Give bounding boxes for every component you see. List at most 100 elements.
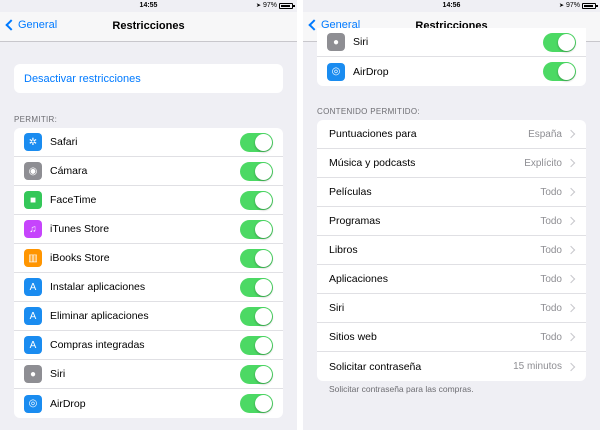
video-camera-icon: ■ bbox=[24, 191, 42, 209]
content-row-label: Siri bbox=[329, 302, 345, 314]
book-icon: ▥ bbox=[24, 249, 42, 267]
allowed-content-list: Puntuaciones para España Música y podcasts… bbox=[317, 120, 586, 381]
content-row-value: Todo bbox=[540, 186, 562, 198]
airdrop-icon: ◎ bbox=[24, 394, 42, 413]
toggle-row: ● Siri bbox=[317, 28, 586, 57]
toggle-row-label: iTunes Store bbox=[50, 223, 110, 235]
content-row-value: Explícito bbox=[524, 157, 562, 169]
chevron-right-icon bbox=[566, 158, 576, 168]
content-row-label: Programas bbox=[329, 215, 381, 227]
airdrop-icon: ◎ bbox=[327, 62, 345, 81]
content-row[interactable]: Siri Todo bbox=[317, 294, 586, 323]
content-row-value: Todo bbox=[540, 331, 562, 343]
chevron-right-icon bbox=[566, 187, 576, 197]
camera-icon: ◉ bbox=[24, 162, 42, 180]
toggle-switch[interactable] bbox=[240, 219, 273, 239]
footer-note: Solicitar contraseña para las compras. bbox=[329, 384, 474, 394]
battery-indicator: ➤ 97% bbox=[558, 2, 598, 9]
content-row[interactable]: Sitios web Todo bbox=[317, 323, 586, 352]
toggle-switch[interactable] bbox=[240, 364, 273, 384]
location-arrow-icon: ➤ bbox=[558, 3, 564, 9]
toggle-switch[interactable] bbox=[240, 335, 273, 355]
toggle-row-label: iBooks Store bbox=[50, 252, 110, 264]
battery-percent: 97% bbox=[262, 2, 277, 9]
toggle-row-label: AirDrop bbox=[50, 397, 86, 410]
content-row-value: España bbox=[528, 128, 562, 140]
toggle-row: ✲ Safari bbox=[14, 128, 283, 157]
toggle-switch[interactable] bbox=[240, 190, 273, 210]
toggle-row-label: Instalar aplicaciones bbox=[50, 281, 146, 293]
content-row-label: Aplicaciones bbox=[329, 273, 388, 285]
toggle-switch[interactable] bbox=[240, 394, 273, 413]
status-time: 14:56 bbox=[442, 2, 461, 9]
toggle-switch[interactable] bbox=[543, 32, 576, 52]
toggle-switch[interactable] bbox=[240, 306, 273, 326]
toggle-row-label: Compras integradas bbox=[50, 339, 145, 351]
toggle-switch[interactable] bbox=[240, 277, 273, 297]
toggle-row-label: AirDrop bbox=[353, 65, 389, 78]
toggle-row: ▥ iBooks Store bbox=[14, 244, 283, 273]
content-row[interactable]: Aplicaciones Todo bbox=[317, 265, 586, 294]
page-title: Restricciones bbox=[112, 20, 185, 32]
content-row[interactable]: Libros Todo bbox=[317, 236, 586, 265]
toggle-switch[interactable] bbox=[240, 161, 273, 181]
chevron-right-icon bbox=[566, 245, 576, 255]
toggle-switch[interactable] bbox=[543, 62, 576, 81]
content-row-label: Sitios web bbox=[329, 331, 377, 343]
content-row-label: Películas bbox=[329, 186, 372, 198]
microphone-icon: ● bbox=[24, 365, 42, 383]
toggle-row: ◎ AirDrop bbox=[14, 389, 283, 418]
toggle-row: ♫ iTunes Store bbox=[14, 215, 283, 244]
status-bar: 14:55 ➤ 97% bbox=[0, 0, 297, 12]
disable-restrictions-label: Desactivar restricciones bbox=[24, 72, 141, 85]
chevron-right-icon bbox=[566, 303, 576, 313]
content-row[interactable]: Puntuaciones para España bbox=[317, 120, 586, 149]
content-row-label: Puntuaciones para bbox=[329, 128, 417, 140]
content-row-label: Libros bbox=[329, 244, 358, 256]
chevron-right-icon bbox=[566, 362, 576, 371]
allow-list: ✲ Safari ◉ Cámara ■ FaceTime ♫ iTunes Store ▥ iBo… bbox=[14, 128, 283, 418]
chevron-right-icon bbox=[566, 129, 576, 139]
content-row-value: Todo bbox=[540, 302, 562, 314]
disable-restrictions-group: Desactivar restricciones bbox=[14, 64, 283, 93]
music-note-icon: ♫ bbox=[24, 220, 42, 238]
toggle-row-label: FaceTime bbox=[50, 194, 97, 206]
toggle-row: ◎ AirDrop bbox=[317, 57, 586, 86]
toggle-row: A Instalar aplicaciones bbox=[14, 273, 283, 302]
allow-list-continued: ● Siri ◎ AirDrop bbox=[317, 28, 586, 86]
content-row-label: Música y podcasts bbox=[329, 157, 416, 169]
content-row[interactable]: Música y podcasts Explícito bbox=[317, 149, 586, 178]
toggle-row-label: Siri bbox=[50, 368, 66, 380]
content-section-header: CONTENIDO PERMITIDO: bbox=[317, 107, 420, 116]
microphone-icon: ● bbox=[327, 33, 345, 51]
toggle-row: A Eliminar aplicaciones bbox=[14, 302, 283, 331]
left-settings-panel: 14:55 ➤ 97% General Restricciones Desact… bbox=[0, 0, 297, 430]
battery-indicator: ➤ 97% bbox=[255, 2, 295, 9]
toggle-switch[interactable] bbox=[240, 132, 273, 152]
toggle-switch[interactable] bbox=[240, 248, 273, 268]
chevron-right-icon bbox=[566, 332, 576, 342]
battery-icon bbox=[582, 2, 598, 9]
status-bar: 14:56 ➤ 97% bbox=[303, 0, 600, 12]
location-arrow-icon: ➤ bbox=[255, 3, 261, 9]
content-row[interactable]: Programas Todo bbox=[317, 207, 586, 236]
disable-restrictions-button[interactable]: Desactivar restricciones bbox=[14, 64, 283, 93]
toggle-row: ◉ Cámara bbox=[14, 157, 283, 186]
content-row[interactable]: Solicitar contraseña 15 minutos bbox=[317, 352, 586, 381]
right-settings-panel: 14:56 ➤ 97% General Restricciones ● Siri ◎… bbox=[303, 0, 600, 430]
content-row[interactable]: Películas Todo bbox=[317, 178, 586, 207]
navigation-bar: General Restricciones bbox=[0, 12, 297, 42]
allow-section-header: PERMITIR: bbox=[14, 115, 58, 124]
battery-icon bbox=[279, 2, 295, 9]
content-row-value: Todo bbox=[540, 273, 562, 285]
content-row-value: 15 minutos bbox=[513, 361, 562, 372]
app-store-icon: A bbox=[24, 278, 42, 296]
content-row-value: Todo bbox=[540, 244, 562, 256]
toggle-row-label: Safari bbox=[50, 136, 78, 148]
content-row-value: Todo bbox=[540, 215, 562, 227]
status-time: 14:55 bbox=[139, 2, 158, 9]
battery-percent: 97% bbox=[565, 2, 580, 9]
toggle-row: ● Siri bbox=[14, 360, 283, 389]
app-store-icon: A bbox=[24, 336, 42, 354]
app-store-icon: A bbox=[24, 307, 42, 325]
